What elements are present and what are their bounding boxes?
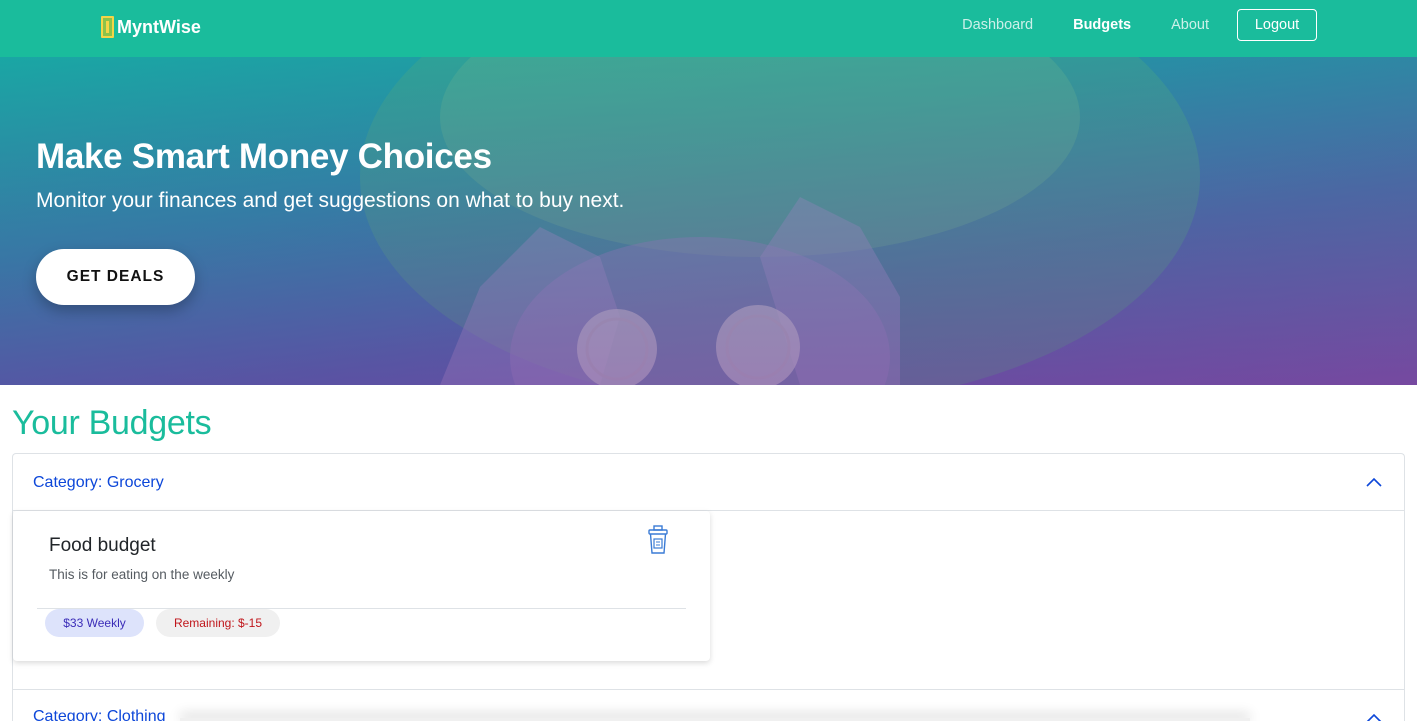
accordion-header-grocery[interactable]: Category: Grocery [13,454,1404,511]
navbar: MyntWise Dashboard Budgets About Logout [0,0,1417,57]
hero-banner: Make Smart Money Choices Monitor your fi… [0,57,1417,385]
nav-dashboard[interactable]: Dashboard [962,17,1033,33]
hero-subtitle: Monitor your finances and get suggestion… [36,189,625,212]
brand-name: MyntWise [117,16,201,37]
budget-description: This is for eating on the weekly [49,567,235,582]
budget-title: Food budget [49,535,156,556]
budgets-accordion: Category: Grocery Food budget This is fo… [12,453,1405,721]
logout-button[interactable]: Logout [1237,9,1317,41]
accordion-header-clothing[interactable]: Category: Clothing [13,689,1404,721]
hero-title: Make Smart Money Choices [36,137,492,176]
remaining-badge: Remaining: $-15 [156,609,280,637]
chevron-up-icon[interactable] [1366,476,1382,488]
budget-card: Food budget This is for eating on the we… [13,511,710,661]
nav-about[interactable]: About [1171,17,1209,33]
accordion-body-grocery: Food budget This is for eating on the we… [13,511,1404,689]
amount-badge: $33 Weekly [45,609,144,637]
category-label: Category: Clothing [33,708,166,721]
money-icon [101,16,114,38]
chevron-up-icon[interactable] [1366,712,1382,721]
nav-links: Dashboard Budgets About Logout [922,9,1317,41]
hero-overlay [0,57,1417,385]
nav-budgets[interactable]: Budgets [1073,17,1131,33]
category-label: Category: Grocery [33,474,164,491]
get-deals-button[interactable]: GET DEALS [36,249,195,305]
brand[interactable]: MyntWise [100,14,201,40]
budgets-heading: Your Budgets [12,404,212,442]
trash-icon[interactable] [647,525,669,555]
